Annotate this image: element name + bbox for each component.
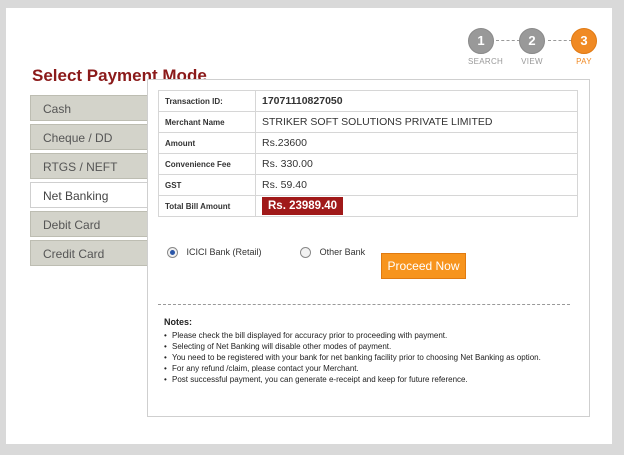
- note-item: Please check the bill displayed for accu…: [164, 331, 574, 341]
- tab-credit-card[interactable]: Credit Card: [30, 240, 147, 266]
- total-bill-cell: Rs. 23989.40: [255, 195, 578, 217]
- note-item: Selecting of Net Banking will disable ot…: [164, 342, 574, 352]
- step-number: 1: [468, 28, 494, 54]
- note-item: You need to be registered with your bank…: [164, 353, 574, 363]
- table-row: Transaction ID: 17071110827050: [158, 90, 578, 112]
- step-label: VIEW: [521, 57, 543, 66]
- net-banking-panel: Transaction ID: 17071110827050 Merchant …: [147, 79, 590, 417]
- gst-value: Rs. 59.40: [255, 174, 578, 196]
- tab-cash[interactable]: Cash: [30, 95, 147, 121]
- payment-mode-tabs: Cash Cheque / DD RTGS / NEFT Net Banking…: [30, 95, 147, 269]
- tab-debit-card[interactable]: Debit Card: [30, 211, 147, 237]
- step-number: 3: [571, 28, 597, 54]
- other-bank-label: Other Bank: [319, 247, 366, 258]
- other-bank-option[interactable]: Other Bank: [300, 247, 366, 259]
- radio-selected-icon[interactable]: [167, 247, 178, 259]
- notes-divider: [158, 304, 570, 305]
- total-bill-badge: Rs. 23989.40: [262, 197, 344, 215]
- step-connector: [548, 40, 572, 41]
- step-pay: 3 PAY: [571, 28, 597, 66]
- note-item: For any refund /claim, please contact yo…: [164, 364, 574, 374]
- amount-label: Amount: [158, 132, 256, 154]
- step-number: 2: [519, 28, 545, 54]
- transaction-id-value: 17071110827050: [255, 90, 578, 112]
- merchant-name-label: Merchant Name: [158, 111, 256, 133]
- step-connector: [496, 40, 520, 41]
- radio-unselected-icon[interactable]: [300, 247, 312, 259]
- icici-bank-label: ICICI Bank (Retail): [186, 247, 262, 258]
- convenience-fee-label: Convenience Fee: [158, 153, 256, 175]
- amount-value: Rs.23600: [255, 132, 578, 154]
- convenience-fee-value: Rs. 330.00: [255, 153, 578, 175]
- table-row: Merchant Name STRIKER SOFT SOLUTIONS PRI…: [158, 111, 578, 133]
- table-row: Convenience Fee Rs. 330.00: [158, 153, 578, 175]
- table-row: GST Rs. 59.40: [158, 174, 578, 196]
- table-row: Total Bill Amount Rs. 23989.40: [158, 195, 578, 217]
- notes-title: Notes:: [164, 317, 193, 327]
- transaction-id-label: Transaction ID:: [158, 90, 256, 112]
- note-item: Post successful payment, you can generat…: [164, 375, 574, 385]
- step-label: PAY: [576, 57, 592, 66]
- bill-details-table: Transaction ID: 17071110827050 Merchant …: [158, 90, 578, 217]
- notes-list: Please check the bill displayed for accu…: [164, 331, 574, 385]
- progress-stepper: 1 SEARCH 2 VIEW 3 PAY: [464, 28, 604, 68]
- step-view: 2 VIEW: [519, 28, 545, 66]
- icici-bank-option[interactable]: ICICI Bank (Retail): [167, 247, 262, 259]
- gst-label: GST: [158, 174, 256, 196]
- notes-section: Notes: Please check the bill displayed f…: [164, 317, 574, 386]
- proceed-now-button[interactable]: Proceed Now: [381, 253, 466, 279]
- bank-radio-group: ICICI Bank (Retail) Other Bank: [167, 247, 401, 259]
- tab-net-banking[interactable]: Net Banking: [30, 182, 147, 208]
- total-bill-label: Total Bill Amount: [158, 195, 256, 217]
- merchant-name-value: STRIKER SOFT SOLUTIONS PRIVATE LIMITED: [255, 111, 578, 133]
- step-search: 1 SEARCH: [468, 28, 504, 66]
- tab-rtgs-neft[interactable]: RTGS / NEFT: [30, 153, 147, 179]
- tab-cheque-dd[interactable]: Cheque / DD: [30, 124, 147, 150]
- table-row: Amount Rs.23600: [158, 132, 578, 154]
- step-label: SEARCH: [468, 57, 504, 66]
